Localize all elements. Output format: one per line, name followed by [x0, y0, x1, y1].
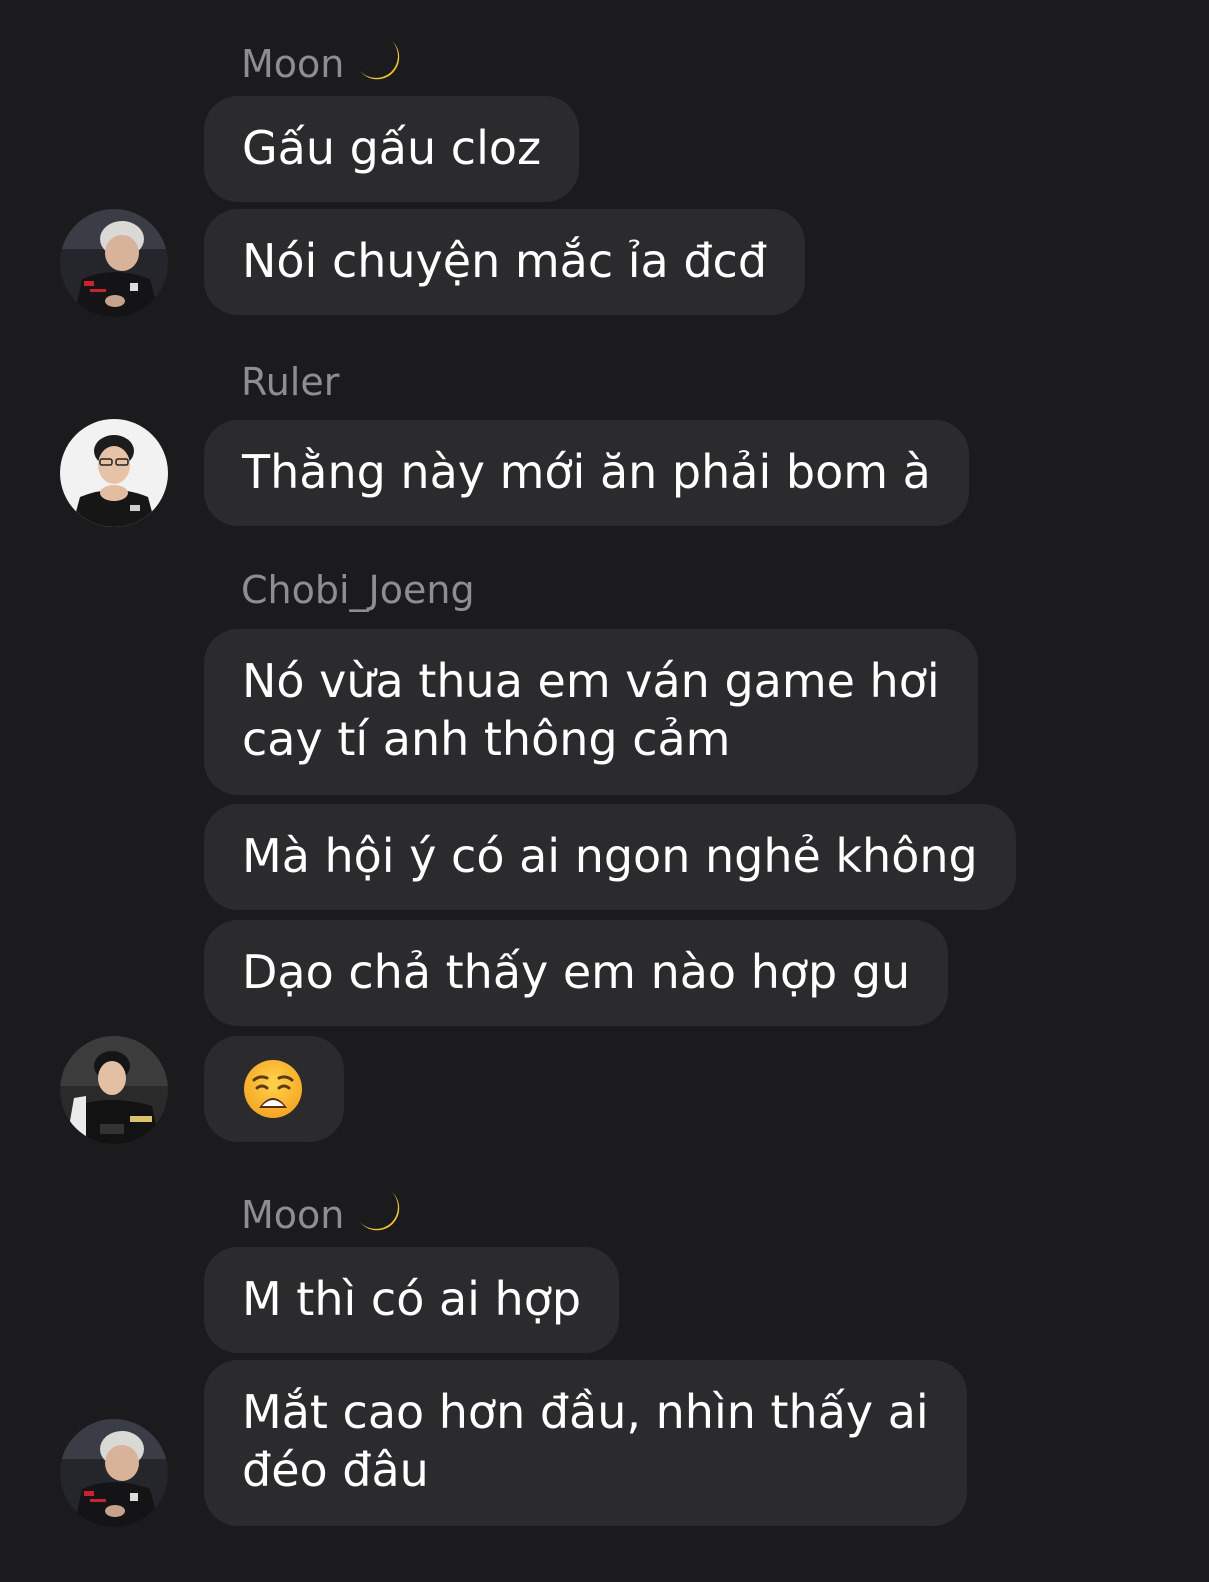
message-text: Nó vừa thua em ván game hơi	[242, 654, 940, 708]
crescent-moon-icon	[354, 35, 406, 87]
avatar-ruler[interactable]	[60, 419, 168, 527]
sender-name-text: Moon	[241, 1193, 345, 1237]
message-bubble[interactable]: Dạo chả thấy em nào hợp gu	[204, 920, 949, 1026]
avatar-moon[interactable]	[60, 209, 168, 317]
message-bubble[interactable]: Gấu gấu cloz	[204, 96, 580, 202]
message-text: Gấu gấu cloz	[242, 121, 542, 175]
avatar-moon[interactable]	[60, 1419, 168, 1527]
sender-name: Chobi_Joeng	[241, 567, 475, 613]
message-bubble[interactable]: Mắt cao hơn đầu, nhìn thấy ai đéo đâu	[204, 1360, 967, 1526]
emoji-message-bubble[interactable]	[204, 1036, 344, 1142]
chat-thread: Moon Gấu gấu cloz Nói chuyện mắc ỉa đcđ	[0, 0, 1209, 1582]
message-text: Mà hội ý có ai ngon nghẻ không	[242, 829, 978, 883]
message-bubble[interactable]: Thằng này mới ăn phải bom à	[204, 420, 969, 526]
message-text: cay tí anh thông cảm	[242, 712, 731, 766]
crescent-moon-icon	[354, 1186, 406, 1238]
message-text: Nói chuyện mắc ỉa đcđ	[242, 234, 768, 288]
message-text: M thì có ai hợp	[242, 1272, 582, 1326]
message-bubble[interactable]: M thì có ai hợp	[204, 1247, 620, 1353]
message-bubble[interactable]: Nói chuyện mắc ỉa đcđ	[204, 209, 806, 315]
message-bubble[interactable]: Mà hội ý có ai ngon nghẻ không	[204, 804, 1016, 910]
sender-name-text: Moon	[241, 42, 345, 86]
sender-name: Moon	[241, 1186, 406, 1238]
message-text: Mắt cao hơn đầu, nhìn thấy ai	[242, 1385, 929, 1439]
message-text: đéo đâu	[242, 1443, 429, 1497]
avatar-chobi[interactable]	[60, 1036, 168, 1144]
message-text: Thằng này mới ăn phải bom à	[242, 445, 931, 499]
sender-name-text: Ruler	[241, 360, 340, 404]
weary-face-emoji-icon	[242, 1058, 304, 1120]
sender-name-text: Chobi_Joeng	[241, 568, 475, 612]
sender-name: Ruler	[241, 359, 339, 405]
message-text: Dạo chả thấy em nào hợp gu	[242, 945, 911, 999]
sender-name: Moon	[241, 35, 406, 87]
message-bubble[interactable]: Nó vừa thua em ván game hơi cay tí anh t…	[204, 629, 978, 795]
